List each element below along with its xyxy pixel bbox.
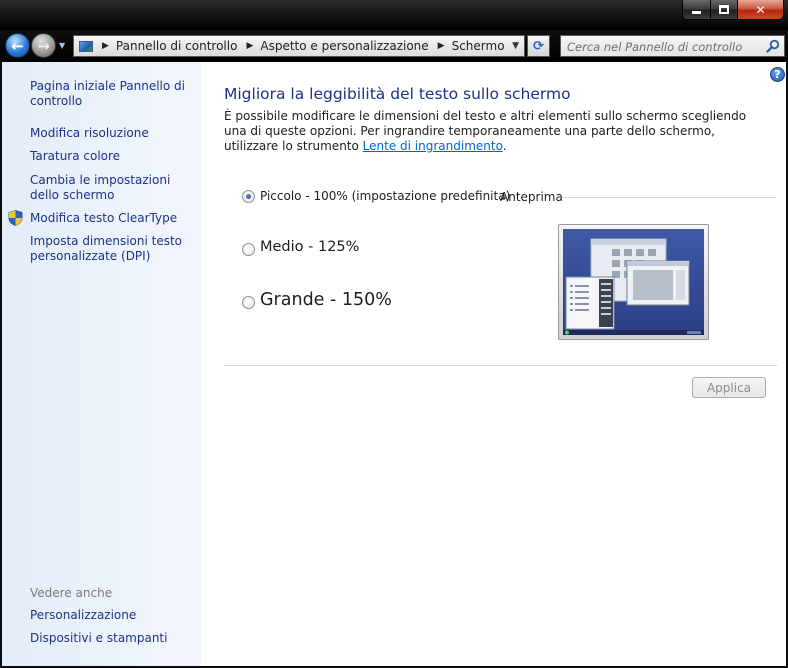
see-also-heading: Vedere anche xyxy=(30,586,113,600)
refresh-icon: ⟳ xyxy=(533,38,544,54)
sidebar-link-personalization[interactable]: Personalizzazione xyxy=(30,608,195,623)
forward-arrow-icon: → xyxy=(37,36,50,55)
breadcrumb-arrow-icon[interactable]: ▶ xyxy=(246,41,253,51)
radio-small[interactable] xyxy=(242,189,255,203)
apply-button[interactable]: Applica xyxy=(692,377,766,398)
maximize-button[interactable] xyxy=(710,0,737,19)
shield-icon xyxy=(8,210,23,226)
page-title: Migliora la leggibilità del testo sullo … xyxy=(224,85,571,103)
description-text: È possibile modificare le dimensioni del… xyxy=(224,109,764,154)
breadcrumb-arrow-icon[interactable]: ▶ xyxy=(438,41,445,51)
breadcrumb-appearance[interactable]: Aspetto e personalizzazione xyxy=(260,39,428,53)
recent-pages-dropdown-icon[interactable]: ▼ xyxy=(59,41,65,50)
option-medium-label: Medio - 125% xyxy=(260,239,360,255)
sidebar-link-change-resolution[interactable]: Modifica risoluzione xyxy=(30,126,195,141)
minimize-icon xyxy=(692,11,701,14)
control-panel-icon xyxy=(79,40,93,52)
back-button[interactable]: ← xyxy=(5,33,30,58)
preview-image xyxy=(558,224,709,340)
breadcrumb-arrow-icon[interactable]: ▶ xyxy=(102,41,109,51)
minimize-button[interactable] xyxy=(683,0,710,19)
radio-large[interactable] xyxy=(242,296,255,309)
sidebar-link-custom-dpi[interactable]: Imposta dimensioni testo personalizzate … xyxy=(30,234,195,264)
navigation-bar: ← → ▼ ▶ Pannello di controllo ▶ Aspetto … xyxy=(0,30,788,62)
preview-divider xyxy=(562,197,776,198)
option-small[interactable]: Piccolo - 100% (impostazione predefinita… xyxy=(242,189,510,203)
preview-label: Anteprima xyxy=(500,190,563,204)
option-medium[interactable]: Medio - 125% xyxy=(242,238,359,256)
description-end: . xyxy=(502,139,507,153)
address-dropdown-icon[interactable]: ▼ xyxy=(512,41,519,51)
magnifier-link[interactable]: Lente di ingrandimento xyxy=(363,139,503,153)
breadcrumb-control-panel[interactable]: Pannello di controllo xyxy=(116,39,238,53)
sidebar-link-control-panel-home[interactable]: Pagina iniziale Pannello di controllo xyxy=(30,79,195,109)
sidebar-link-devices-printers[interactable]: Dispositivi e stampanti xyxy=(30,631,195,646)
search-icon[interactable] xyxy=(766,39,780,53)
title-bar: ✕ xyxy=(0,0,788,30)
window-controls: ✕ xyxy=(682,0,784,20)
radio-medium[interactable] xyxy=(242,243,255,256)
option-small-label: Piccolo - 100% (impostazione predefinita… xyxy=(260,189,511,203)
option-large-label: Grande - 150% xyxy=(260,290,392,310)
search-placeholder: Cerca nel Pannello di controllo xyxy=(567,40,743,54)
search-input[interactable]: Cerca nel Pannello di controllo xyxy=(560,35,785,57)
desktop-preview-icon xyxy=(563,229,704,335)
address-bar[interactable]: ▶ Pannello di controllo ▶ Aspetto e pers… xyxy=(73,35,525,57)
sidebar-link-calibrate-color[interactable]: Taratura colore xyxy=(30,149,195,164)
forward-button[interactable]: → xyxy=(31,33,56,58)
option-large[interactable]: Grande - 150% xyxy=(242,290,392,310)
refresh-button[interactable]: ⟳ xyxy=(527,35,550,57)
sidebar-link-cleartype[interactable]: Modifica testo ClearType xyxy=(30,211,195,226)
main-content: ? Migliora la leggibilità del testo sull… xyxy=(201,62,786,666)
back-arrow-icon: ← xyxy=(11,36,24,55)
close-button[interactable]: ✕ xyxy=(737,0,783,19)
sidebar-link-display-settings[interactable]: Cambia le impostazioni dello schermo xyxy=(30,173,195,203)
help-icon[interactable]: ? xyxy=(770,67,785,82)
close-icon: ✕ xyxy=(755,2,766,17)
breadcrumb-display[interactable]: Schermo xyxy=(452,39,505,53)
content-divider xyxy=(224,365,777,366)
sidebar: Pagina iniziale Pannello di controllo Mo… xyxy=(2,62,201,666)
maximize-icon xyxy=(719,5,729,14)
